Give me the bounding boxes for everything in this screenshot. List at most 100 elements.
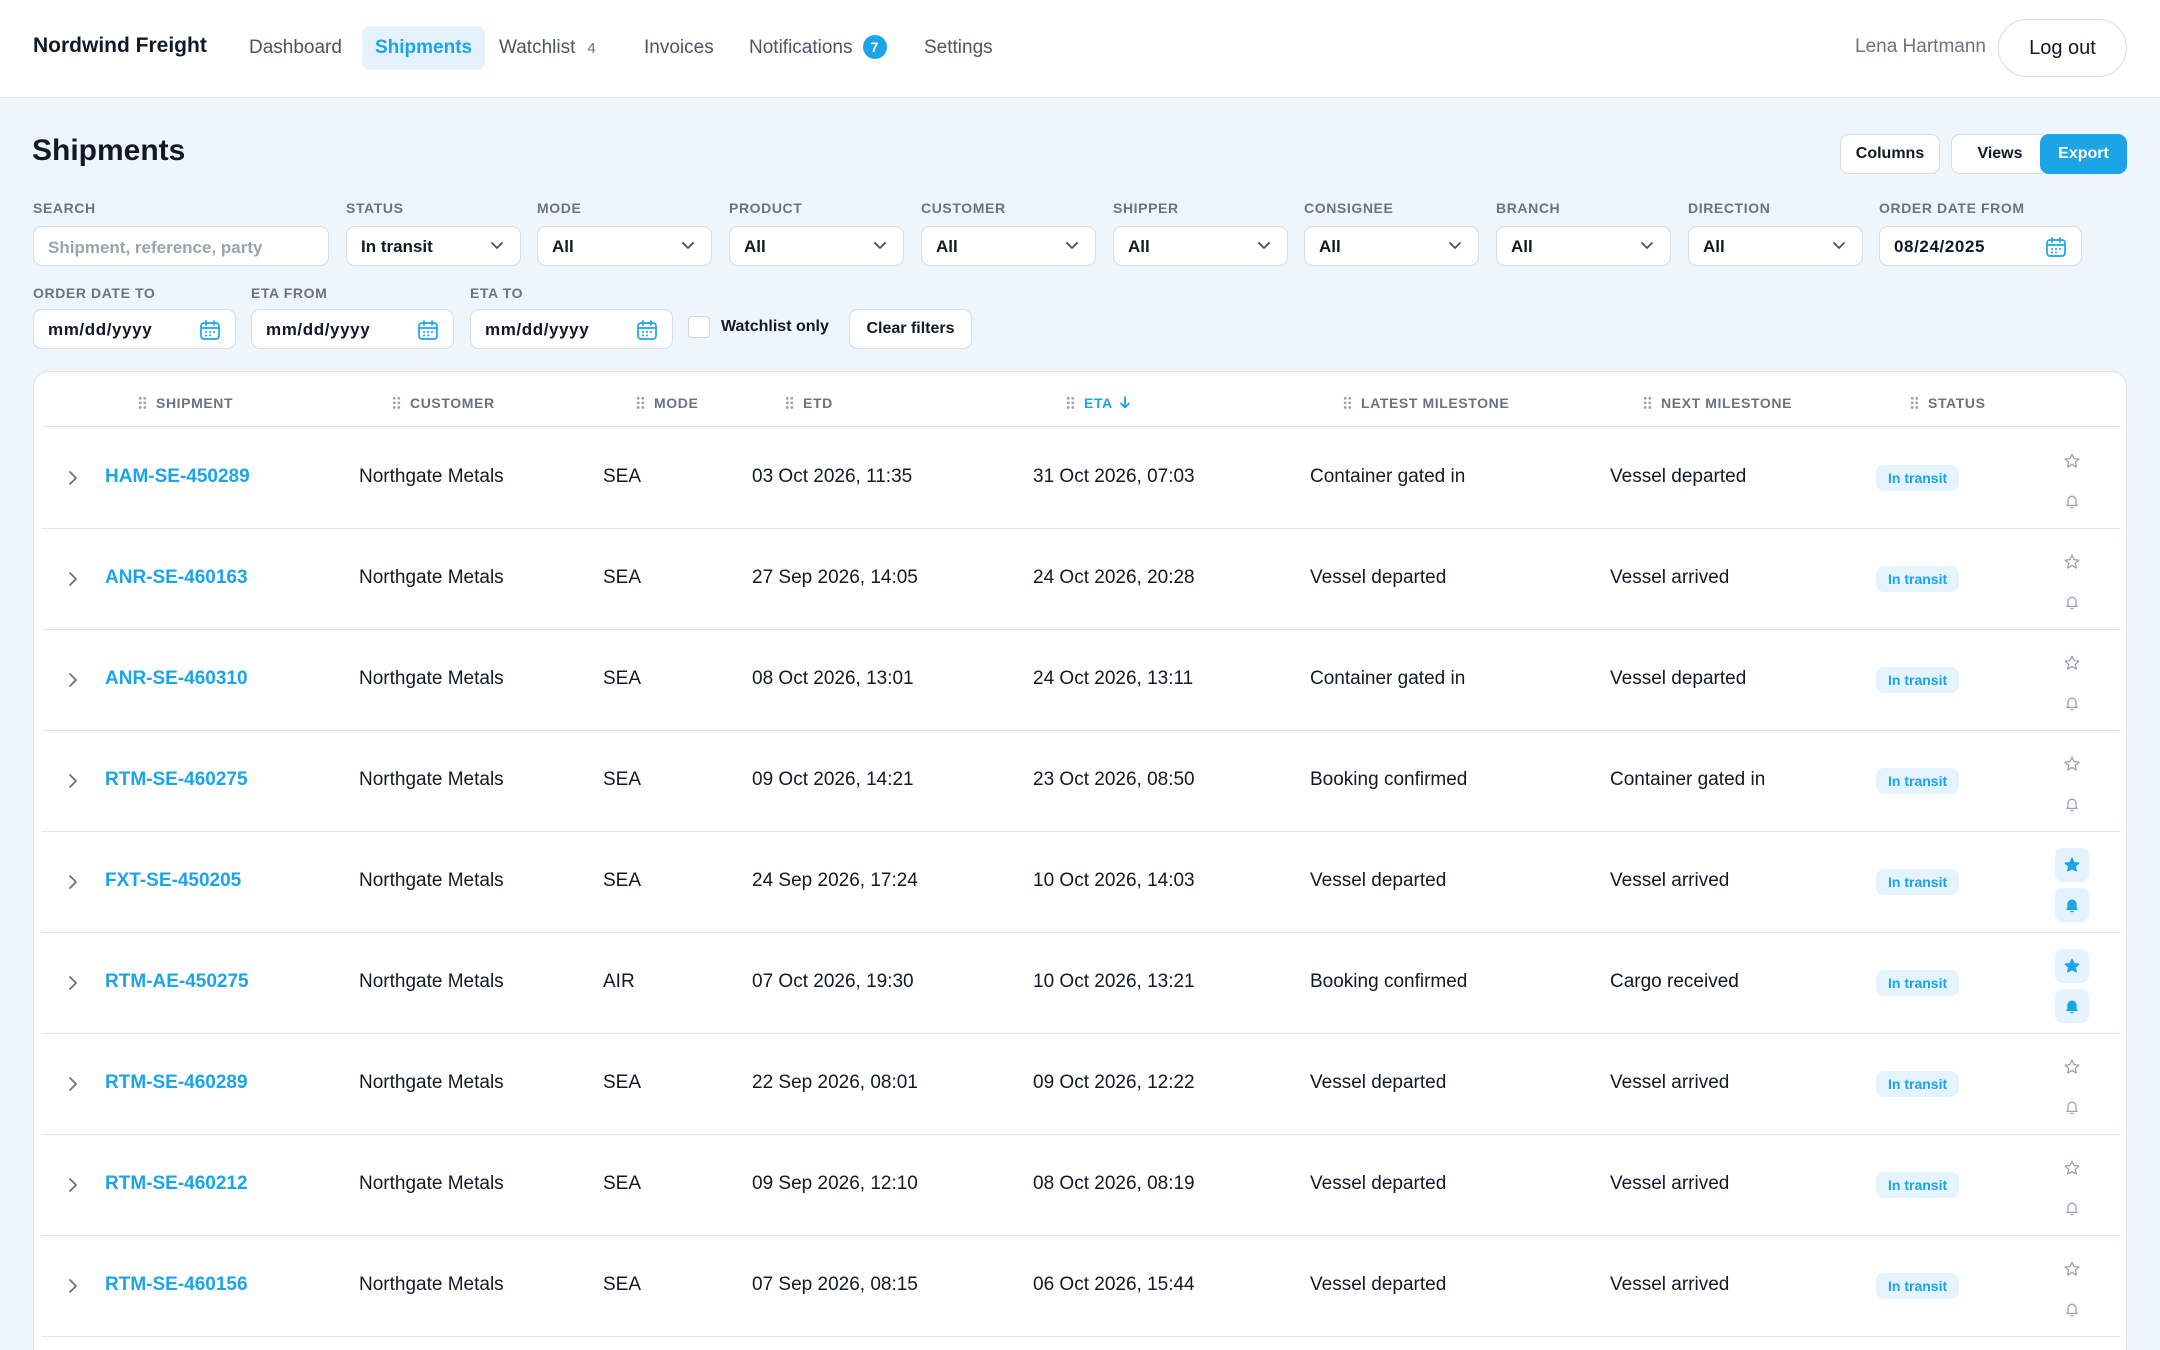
logout-button[interactable]: Log out — [1998, 19, 2127, 77]
star-icon[interactable] — [2055, 747, 2089, 781]
nav-dashboard[interactable]: Dashboard — [236, 26, 355, 70]
drag-handle-icon[interactable] — [1066, 396, 1075, 410]
table-row[interactable]: RTM-SE-460212 Northgate Metals SEA 09 Sep 2… — [42, 1135, 2120, 1236]
table-row[interactable]: RTM-SE-460289 Northgate Metals SEA 22 Sep 2… — [42, 1034, 2120, 1135]
watchlist-only-label[interactable]: Watchlist only — [721, 318, 829, 336]
columns-button[interactable]: Columns — [1840, 134, 1940, 174]
table-row[interactable]: FXT-SE-450205 Northgate Metals SEA 24 Sep 2… — [42, 832, 2120, 933]
column-header-etd[interactable]: ETD — [785, 395, 833, 411]
drag-handle-icon[interactable] — [392, 396, 401, 410]
nav-settings[interactable]: Settings — [911, 26, 1006, 70]
shipment-id-link[interactable]: ANR-SE-460310 — [105, 668, 248, 690]
calendar-icon[interactable] — [199, 319, 221, 341]
star-icon[interactable] — [2055, 646, 2089, 680]
chevron-right-icon[interactable] — [68, 1076, 78, 1097]
chevron-down-icon — [874, 242, 886, 249]
column-header-mode-label: MODE — [654, 395, 699, 411]
brand-logo-text[interactable]: Nordwind Freight — [33, 34, 207, 58]
star-icon[interactable] — [2055, 1252, 2089, 1286]
calendar-icon[interactable] — [417, 319, 439, 341]
order-date-to-input[interactable]: mm/dd/yyyy — [33, 309, 236, 349]
bell-icon[interactable] — [2055, 787, 2089, 821]
drag-handle-icon[interactable] — [1343, 396, 1352, 410]
next-milestone-cell: Cargo received — [1610, 971, 1739, 992]
consignee-filter-select[interactable]: All — [1304, 226, 1479, 266]
nav-notifications[interactable]: Notifications 7 — [736, 26, 900, 70]
branch-filter-select[interactable]: All — [1496, 226, 1671, 266]
column-header-eta[interactable]: ETA — [1066, 395, 1131, 411]
table-row[interactable]: ANR-SE-460310 Northgate Metals SEA 08 Oct 2… — [42, 630, 2120, 731]
mode-filter-select[interactable]: All — [537, 226, 712, 266]
shipment-id-link[interactable]: RTM-AE-450275 — [105, 971, 249, 993]
chevron-right-icon[interactable] — [68, 1278, 78, 1299]
latest-milestone-cell: Booking confirmed — [1310, 971, 1468, 992]
star-icon[interactable] — [2055, 949, 2089, 983]
table-row[interactable]: RTM-SE-460275 Northgate Metals SEA 09 Oct 2… — [42, 731, 2120, 832]
shipment-id-link[interactable]: RTM-SE-460289 — [105, 1072, 248, 1094]
bell-icon[interactable] — [2055, 1191, 2089, 1225]
column-header-customer[interactable]: CUSTOMER — [392, 395, 495, 411]
star-icon[interactable] — [2055, 848, 2089, 882]
chevron-right-icon[interactable] — [68, 773, 78, 794]
eta-from-input[interactable]: mm/dd/yyyy — [251, 309, 454, 349]
chevron-right-icon[interactable] — [68, 975, 78, 996]
column-header-status[interactable]: STATUS — [1910, 395, 1986, 411]
star-icon[interactable] — [2055, 1050, 2089, 1084]
chevron-right-icon[interactable] — [68, 470, 78, 491]
mode-cell: SEA — [603, 1173, 642, 1194]
bell-icon[interactable] — [2055, 1090, 2089, 1124]
nav-watchlist[interactable]: Watchlist 4 — [486, 26, 609, 70]
bell-icon[interactable] — [2055, 585, 2089, 619]
views-button[interactable]: Views — [1951, 134, 2049, 174]
nav-shipments[interactable]: Shipments — [362, 26, 486, 70]
bell-icon[interactable] — [2055, 888, 2089, 922]
table-row[interactable]: RTM-AE-450275 Northgate Metals AIR 07 Oct 2… — [42, 933, 2120, 1034]
eta-to-input[interactable]: mm/dd/yyyy — [470, 309, 673, 349]
shipment-id-link[interactable]: RTM-SE-460156 — [105, 1274, 248, 1296]
drag-handle-icon[interactable] — [1910, 396, 1919, 410]
shipment-id-link[interactable]: HAM-SE-450289 — [105, 466, 250, 488]
shipment-id-link[interactable]: RTM-SE-460275 — [105, 769, 248, 791]
column-header-latest-milestone[interactable]: LATEST MILESTONE — [1343, 395, 1509, 411]
shipment-id-link[interactable]: ANR-SE-460163 — [105, 567, 248, 589]
watchlist-only-checkbox[interactable] — [688, 316, 710, 338]
drag-handle-icon[interactable] — [636, 396, 645, 410]
status-filter-select[interactable]: In transit — [346, 226, 521, 266]
clear-filters-button[interactable]: Clear filters — [849, 309, 972, 349]
chevron-right-icon[interactable] — [68, 1177, 78, 1198]
chevron-right-icon[interactable] — [68, 874, 78, 895]
bell-icon[interactable] — [2055, 686, 2089, 720]
bell-icon[interactable] — [2055, 1292, 2089, 1326]
column-header-shipment[interactable]: SHIPMENT — [138, 395, 233, 411]
shipper-filter-select[interactable]: All — [1113, 226, 1288, 266]
table-row[interactable]: HAM-SE-450289 Northgate Metals SEA 03 Oct 2… — [42, 428, 2120, 529]
star-icon[interactable] — [2055, 545, 2089, 579]
mode-filter-value: All — [552, 237, 574, 256]
direction-filter-select[interactable]: All — [1688, 226, 1863, 266]
table-row[interactable]: ANR-SE-460163 Northgate Metals SEA 27 Sep 2… — [42, 529, 2120, 630]
bell-icon[interactable] — [2055, 484, 2089, 518]
star-icon[interactable] — [2055, 1151, 2089, 1185]
nav-invoices[interactable]: Invoices — [631, 26, 727, 70]
customer-filter-value: All — [936, 237, 958, 256]
bell-icon[interactable] — [2055, 989, 2089, 1023]
drag-handle-icon[interactable] — [1643, 396, 1652, 410]
drag-handle-icon[interactable] — [785, 396, 794, 410]
chevron-right-icon[interactable] — [68, 672, 78, 693]
shipment-id-link[interactable]: RTM-SE-460212 — [105, 1173, 248, 1195]
search-input[interactable]: Shipment, reference, party — [33, 226, 329, 266]
export-button[interactable]: Export — [2040, 134, 2127, 174]
chevron-right-icon[interactable] — [68, 571, 78, 592]
column-header-next-milestone[interactable]: NEXT MILESTONE — [1643, 395, 1792, 411]
customer-cell: Northgate Metals — [359, 1072, 504, 1093]
column-header-mode[interactable]: MODE — [636, 395, 698, 411]
table-row[interactable]: RTM-SE-460156 Northgate Metals SEA 07 Sep 2… — [42, 1236, 2120, 1337]
drag-handle-icon[interactable] — [138, 396, 147, 410]
product-filter-select[interactable]: All — [729, 226, 904, 266]
star-icon[interactable] — [2055, 444, 2089, 478]
customer-filter-select[interactable]: All — [921, 226, 1096, 266]
shipment-id-link[interactable]: FXT-SE-450205 — [105, 870, 241, 892]
calendar-icon[interactable] — [2045, 236, 2067, 258]
order-date-from-input[interactable]: 08/24/2025 — [1879, 226, 2082, 266]
calendar-icon[interactable] — [636, 319, 658, 341]
